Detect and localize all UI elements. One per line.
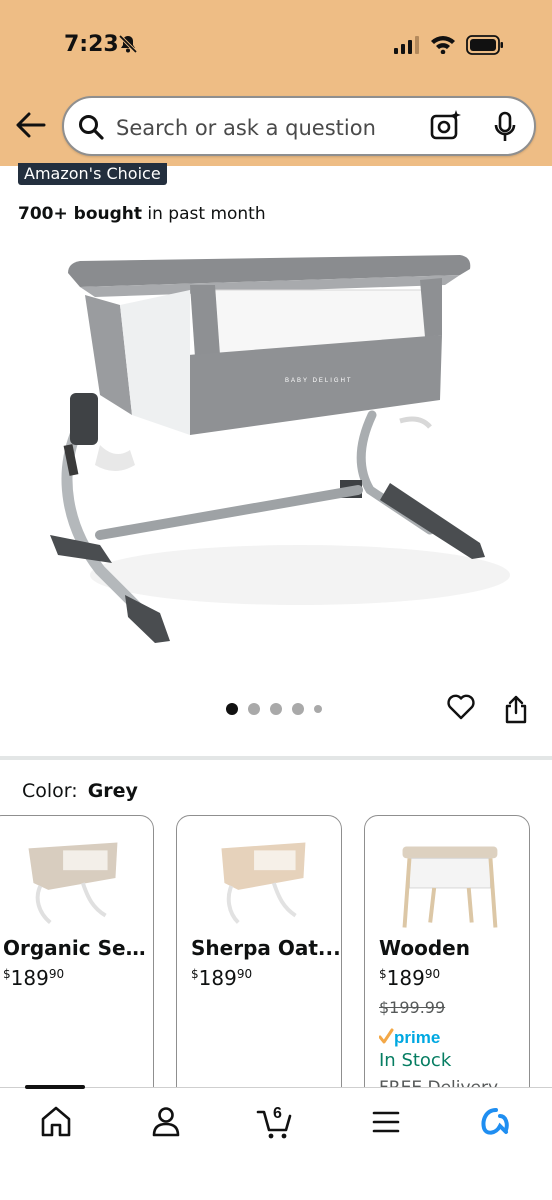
section-divider — [0, 756, 552, 760]
wifi-icon — [431, 36, 455, 54]
active-tab-indicator — [25, 1085, 85, 1089]
variant-card-organic[interactable]: Organic Ses... $18990 — [0, 815, 154, 1115]
bell-muted-icon — [118, 34, 138, 54]
brand-mark: BABY DELIGHT — [285, 378, 353, 384]
variant-thumbnail — [28, 842, 118, 925]
purchase-count-number: 700+ bought — [18, 204, 142, 224]
search-input[interactable]: Search or ask a question — [116, 116, 376, 140]
variant-thumbnail — [402, 846, 498, 928]
bottom-navigation: 6 — [0, 1085, 552, 1200]
carousel-dot[interactable] — [226, 703, 238, 715]
color-label: Color: — [22, 780, 78, 802]
app-header: 7:23 Search or ask a question — [0, 0, 552, 166]
variant-price: $18990 — [191, 966, 253, 990]
microphone-icon[interactable] — [494, 111, 516, 143]
stock-status: In Stock — [379, 1050, 452, 1071]
carousel-dot[interactable] — [248, 703, 260, 715]
purchase-count: 700+ bought in past month — [18, 204, 266, 224]
back-arrow-icon[interactable] — [14, 110, 48, 140]
account-icon[interactable] — [146, 1102, 186, 1142]
camera-lens-icon[interactable] — [430, 110, 462, 142]
prime-badge: prime — [379, 1028, 440, 1047]
carousel-dot[interactable] — [314, 705, 322, 713]
product-image-bassinet[interactable]: BABY DELIGHT — [40, 245, 510, 650]
carousel-dot[interactable] — [292, 703, 304, 715]
prime-label: prime — [394, 1028, 440, 1047]
variant-card-sherpa[interactable]: Sherpa Oat... $18990 — [176, 815, 342, 1115]
variant-thumbnail — [221, 842, 306, 924]
cart-count: 6 — [273, 1105, 282, 1122]
home-icon[interactable] — [36, 1102, 76, 1142]
variant-card-wooden[interactable]: Wooden $18990 $199.99 prime In Stock FRE… — [364, 815, 530, 1115]
variant-price: $18990 — [3, 966, 65, 990]
variant-price: $18990 — [379, 966, 441, 990]
variant-name: Organic Ses... — [3, 936, 153, 960]
rufus-icon[interactable] — [476, 1102, 516, 1142]
carousel-dot[interactable] — [270, 703, 282, 715]
color-selection: Color: Grey — [22, 780, 138, 802]
amazons-choice-badge: Amazon's Choice — [18, 163, 167, 185]
search-icon — [79, 115, 104, 140]
search-bar[interactable]: Search or ask a question — [62, 96, 536, 156]
cart-icon[interactable]: 6 — [256, 1102, 296, 1142]
heart-icon[interactable] — [446, 692, 476, 722]
variant-name: Wooden — [379, 936, 470, 960]
variant-name: Sherpa Oat... — [191, 936, 341, 960]
status-time: 7:23 — [64, 32, 119, 57]
image-carousel-indicator[interactable] — [226, 702, 322, 716]
battery-icon — [466, 35, 503, 55]
share-icon[interactable] — [504, 694, 528, 724]
purchase-count-text: in past month — [142, 204, 266, 224]
cellular-signal-icon — [394, 36, 419, 54]
color-value: Grey — [87, 780, 138, 802]
list-price: $199.99 — [379, 998, 446, 1017]
menu-icon[interactable] — [366, 1102, 406, 1142]
